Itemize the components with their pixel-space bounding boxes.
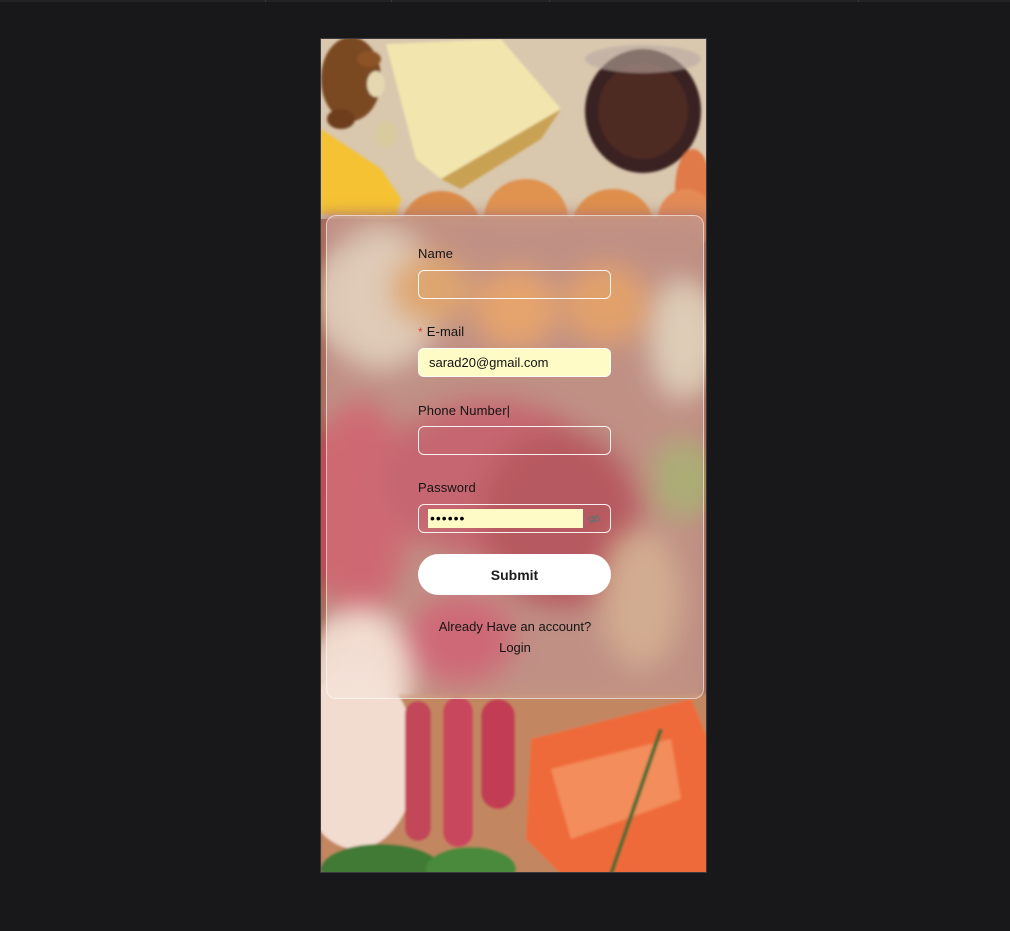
phone-input[interactable] [418, 426, 611, 455]
eye-slash-icon[interactable] [587, 512, 601, 526]
required-mark: * [418, 325, 423, 339]
already-account-text: Already Have an account? [438, 619, 592, 634]
window-top-strip [0, 0, 1010, 2]
mobile-frame: Name *E-mail Phone Number| Password ••••… [320, 38, 707, 873]
password-label: Password [418, 480, 476, 495]
email-label: * E-mail [418, 324, 464, 339]
signup-form-card: Name *E-mail Phone Number| Password ••••… [326, 215, 704, 699]
name-label: Name [418, 246, 454, 261]
email-input[interactable] [418, 348, 611, 377]
email-label-text: E-mail [426, 324, 465, 339]
password-input[interactable]: •••••• [428, 509, 583, 528]
login-link[interactable]: Login [327, 640, 703, 655]
password-field[interactable]: •••••• [418, 504, 611, 533]
name-input[interactable] [418, 270, 611, 299]
submit-button[interactable]: Submit [418, 554, 611, 595]
phone-label: Phone Number| [418, 403, 511, 418]
